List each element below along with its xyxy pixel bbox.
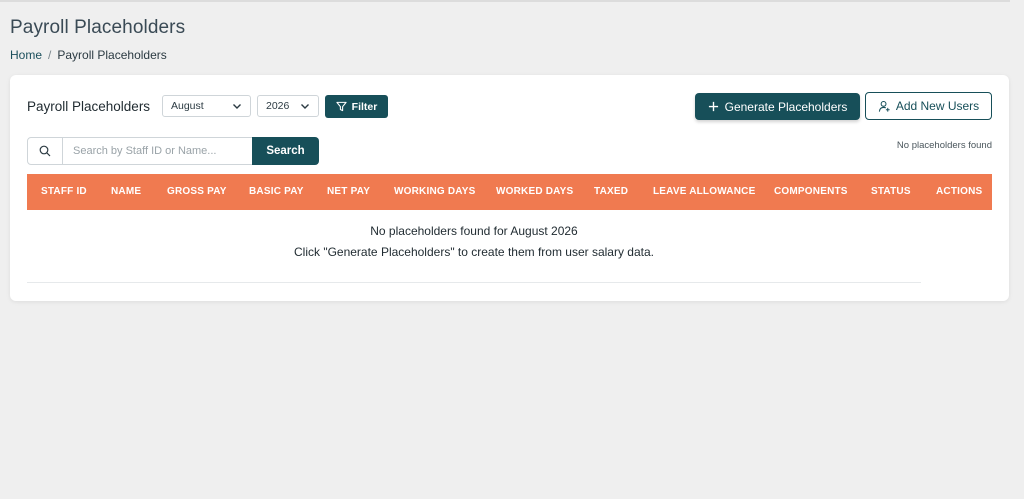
breadcrumb-current: Payroll Placeholders <box>57 48 167 62</box>
search-icon-container <box>28 138 63 164</box>
column-header-gross-pay[interactable]: GROSS PAY <box>167 186 227 197</box>
filter-button-label: Filter <box>351 100 378 113</box>
column-header-basic-pay[interactable]: BASIC PAY <box>249 186 304 197</box>
filter-icon <box>336 101 347 112</box>
column-header-name[interactable]: NAME <box>111 186 141 197</box>
breadcrumb-separator: / <box>48 48 52 62</box>
column-header-worked-days[interactable]: WORKED DAYS <box>496 186 573 197</box>
year-select[interactable]: 2026 <box>257 95 319 117</box>
column-header-taxed[interactable]: TAXED <box>594 186 628 197</box>
year-select-value: 2026 <box>266 100 290 112</box>
filter-button[interactable]: Filter <box>325 95 388 118</box>
month-select-value: August <box>171 100 204 112</box>
table-divider <box>27 282 921 283</box>
breadcrumb: Home / Payroll Placeholders <box>10 48 167 62</box>
status-text: No placeholders found <box>896 140 992 151</box>
add-new-users-label: Add New Users <box>895 99 980 113</box>
table-header: STAFF ID NAME GROSS PAY BASIC PAY NET PA… <box>27 174 992 210</box>
search-box <box>27 137 253 165</box>
search-icon <box>39 145 51 157</box>
month-select[interactable]: August <box>162 95 251 117</box>
plus-icon <box>708 101 718 112</box>
top-divider <box>0 0 1010 2</box>
generate-placeholders-label: Generate Placeholders <box>724 99 848 114</box>
search-input[interactable] <box>63 139 248 163</box>
chevron-down-icon <box>301 104 309 109</box>
page-title: Payroll Placeholders <box>10 17 186 38</box>
empty-state-title: No placeholders found for August 2026 <box>370 224 578 238</box>
column-header-components[interactable]: COMPONENTS <box>774 186 848 197</box>
add-user-icon <box>878 100 890 112</box>
column-header-staff-id[interactable]: STAFF ID <box>41 186 87 197</box>
empty-state-hint: Click "Generate Placeholders" to create … <box>293 245 654 259</box>
chevron-down-icon <box>233 104 241 109</box>
breadcrumb-home-link[interactable]: Home <box>10 48 42 62</box>
column-header-working-days[interactable]: WORKING DAYS <box>394 186 475 197</box>
card-title: Payroll Placeholders <box>27 99 151 114</box>
search-button[interactable]: Search <box>252 137 319 165</box>
generate-placeholders-button[interactable]: Generate Placeholders <box>695 93 860 120</box>
column-header-leave-allowance[interactable]: LEAVE ALLOWANCE <box>653 186 755 197</box>
placeholders-card: Payroll Placeholders August 2026 Filter … <box>10 75 1009 301</box>
column-header-net-pay[interactable]: NET PAY <box>327 186 370 197</box>
column-header-status[interactable]: STATUS <box>871 186 911 197</box>
column-header-actions[interactable]: ACTIONS <box>936 186 982 197</box>
add-new-users-button[interactable]: Add New Users <box>865 92 992 120</box>
